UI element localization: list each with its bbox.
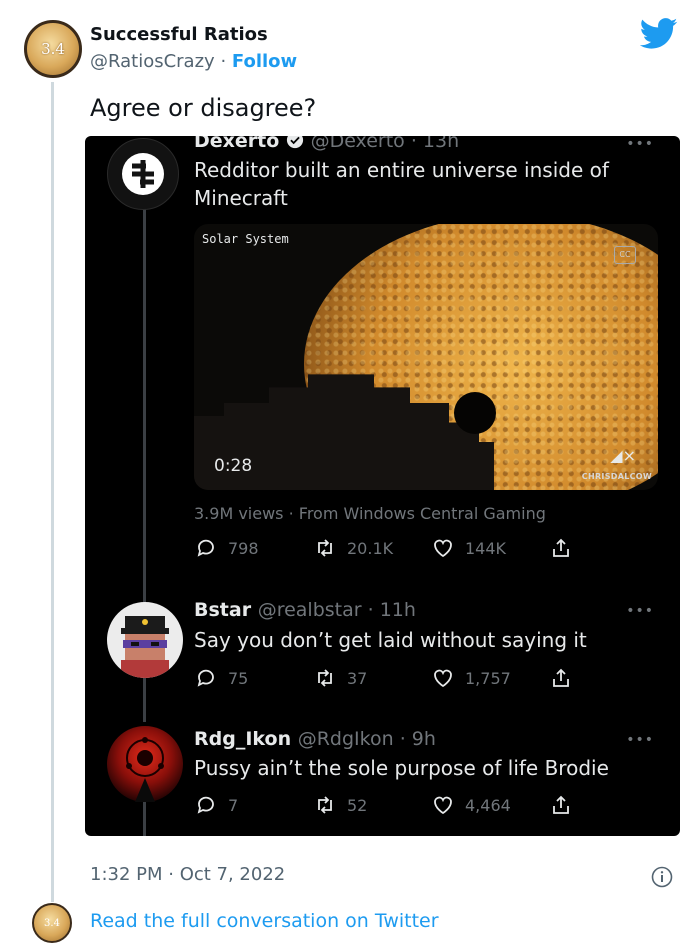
retweet-icon [318,669,332,687]
tweet-text: Agree or disagree? [90,94,317,122]
avatar-text: 3.4 [44,917,60,929]
read-conversation-link[interactable]: Read the full conversation on Twitter [90,910,439,932]
like-icon [434,539,452,558]
reply-button[interactable]: 798 [194,536,259,560]
tweet-text: Pussy ain’t the sole purpose of life Bro… [194,756,609,780]
more-options-icon[interactable]: ••• [626,732,654,748]
like-icon [434,669,452,688]
retweet-button[interactable]: 20.1K [313,536,393,560]
tweet-meta: @Dexerto · 13h [310,136,460,152]
tweet-meta: @RdgIkon · 9h [297,728,436,750]
like-count: 1,757 [465,668,511,688]
reply-button[interactable]: 75 [194,666,248,690]
tweet-text: Redditor built an entire universe inside… [194,158,609,210]
reply-count: 75 [228,668,249,688]
reply-icon [197,796,214,814]
author-handle[interactable]: @RatiosCrazy [90,51,215,72]
video-player[interactable]: Solar System CC ◢× 0:28 CHRISDALCOW [194,224,658,490]
video-watermark: CHRISDALCOW [581,472,652,481]
tweet-author-row: Rdg_Ikon @RdgIkon · 9h [194,728,436,750]
tweet-author-name[interactable]: Dexerto [194,136,279,152]
retweet-icon [318,796,332,814]
tweet-meta: @realbstar · 11h [257,599,416,621]
like-count: 144K [465,538,507,558]
reply-count: 7 [228,795,239,815]
video-caption: Solar System [202,232,289,246]
tweet-timestamp[interactable]: 1:32 PM · Oct 7, 2022 [90,864,285,885]
share-button[interactable] [549,793,573,817]
share-icon [553,538,569,557]
views-row: 3.9M views · From Windows Central Gaming [194,504,546,523]
video-duration: 0:28 [214,456,253,476]
thread-line [51,82,54,902]
retweet-count: 20.1K [347,538,394,558]
share-icon [553,668,569,687]
bstar-avatar[interactable] [107,602,183,678]
rdg-ikon-avatar[interactable] [107,726,183,802]
follow-link[interactable]: Follow [232,51,297,72]
author-avatar[interactable]: 3.4 [24,20,82,78]
dexerto-logo-icon [122,153,164,195]
retweet-button[interactable]: 37 [313,666,367,690]
pixel-character-avatar [121,616,169,678]
reply-count: 798 [228,538,259,558]
more-options-icon[interactable]: ••• [626,136,654,152]
tweet-author-name[interactable]: Rdg_Ikon [194,728,291,750]
embedded-screenshot[interactable]: Dexerto @Dexerto · 13h ••• Redditor buil… [85,136,680,836]
embedded-thread-line [143,198,146,606]
like-button[interactable]: 144K [431,536,506,560]
separator: · [220,51,227,72]
mute-icon[interactable]: ◢× [610,446,636,465]
footer-avatar[interactable]: 3.4 [32,903,72,943]
retweet-button[interactable]: 52 [313,793,367,817]
tweet-author-row: Bstar @realbstar · 11h [194,599,416,621]
avatar-text: 3.4 [41,40,65,58]
more-options-icon[interactable]: ••• [626,603,654,619]
like-icon [434,796,452,815]
share-button[interactable] [549,536,573,560]
share-icon [553,795,569,814]
like-button[interactable]: 1,757 [431,666,511,690]
retweet-icon [318,539,332,557]
reply-icon [197,669,214,687]
dexerto-avatar[interactable] [107,138,179,210]
like-button[interactable]: 4,464 [431,793,511,817]
like-count: 4,464 [465,795,511,815]
info-icon[interactable] [651,866,673,888]
embedded-thread-line [143,672,146,722]
tweet-author-row: Dexerto @Dexerto · 13h [194,136,459,152]
retweet-count: 37 [347,668,368,688]
tweet-author-name[interactable]: Bstar [194,599,251,621]
share-button[interactable] [549,666,573,690]
author-handle-row: @RatiosCrazy · Follow [90,51,297,72]
embedded-thread-line [143,802,146,836]
video-frame-planet [454,392,496,434]
reply-icon [197,539,214,557]
retweet-count: 52 [347,795,368,815]
reply-button[interactable]: 7 [194,793,238,817]
twitter-bird-icon[interactable] [640,18,678,50]
verified-icon [286,136,304,149]
tweet-text: Say you don’t get laid without saying it [194,628,587,652]
cc-icon[interactable]: CC [614,246,636,264]
sharingan-icon [126,737,164,802]
author-name[interactable]: Successful Ratios [90,24,268,45]
